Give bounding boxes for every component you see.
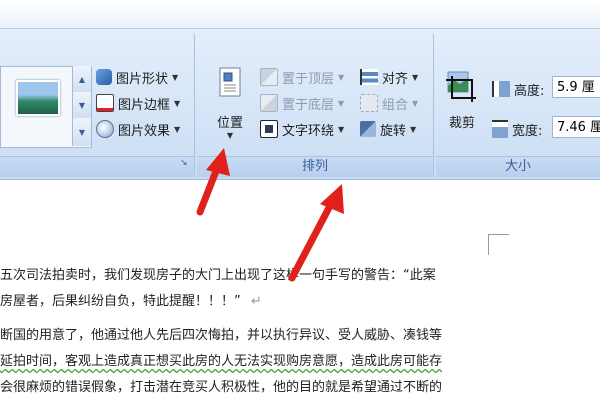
annotation-overlay: [196, 148, 344, 282]
red-arrow-icon: [196, 148, 230, 216]
red-arrow-icon: [288, 184, 344, 282]
